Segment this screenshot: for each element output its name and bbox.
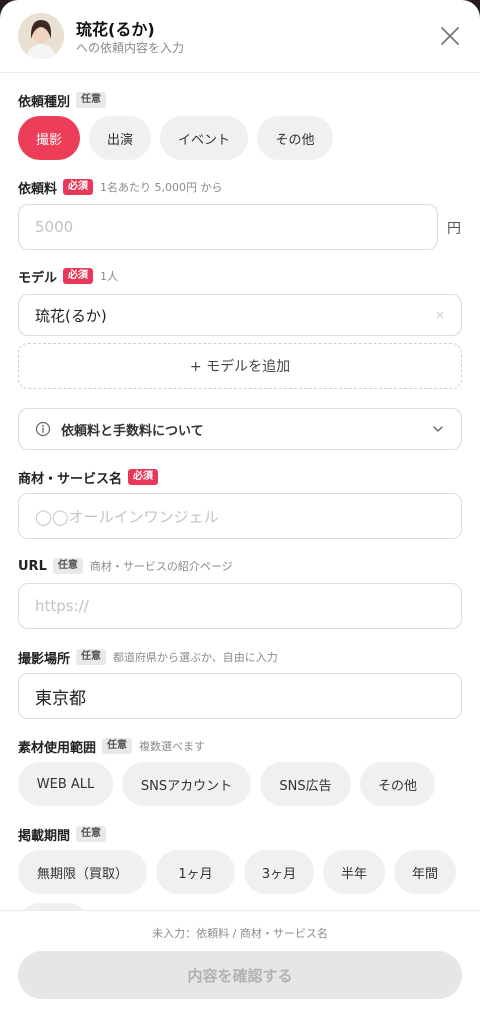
url-input-placeholder: https:// (35, 597, 89, 615)
close-button[interactable] (436, 22, 464, 50)
avatar (18, 13, 64, 59)
url-label: URL (18, 558, 47, 574)
request-type-option-other[interactable]: その他 (257, 116, 333, 160)
model-name: 琉花(るか) (76, 20, 155, 39)
model-hint: 1人 (100, 270, 119, 283)
chevron-down-icon (433, 426, 443, 432)
optional-badge: 任意 (76, 92, 107, 108)
fee-info-label: 依頼料と手数料について (61, 423, 204, 439)
info-icon (35, 421, 51, 437)
form-content[interactable]: 依頼種別 任意 撮影 出演 イベント その他 依頼料 必須 1名あたり 5,00… (0, 74, 480, 910)
required-badge: 必須 (63, 268, 94, 284)
avatar-image (18, 13, 64, 59)
confirm-button[interactable]: 内容を確認する (18, 951, 462, 999)
period-options: 無期限（買取） 1ヶ月 3ヶ月 半年 年間 (18, 850, 456, 894)
fee-input-placeholder: 5000 (35, 218, 74, 236)
period-option-1-month[interactable]: 1ヶ月 (156, 850, 235, 894)
period-option-3-months[interactable]: 3ヶ月 (244, 850, 314, 894)
location-label: 撮影場所 (18, 651, 71, 667)
model-label-row: モデル 必須 1人 (18, 266, 118, 286)
request-sheet: 琉花(るか) への依頼内容を入力 依頼種別 任意 撮影 出演 イベント その他 … (0, 0, 480, 1013)
required-badge: 必須 (128, 469, 159, 485)
request-type-label: 依頼種別 (18, 94, 71, 110)
period-option-half-year[interactable]: 半年 (323, 850, 385, 894)
optional-badge: 任意 (102, 738, 133, 754)
model-field-value: 琉花(るか) (35, 306, 107, 325)
sheet-header: 琉花(るか) への依頼内容を入力 (0, 0, 480, 73)
usage-option-sns-account[interactable]: SNSアカウント (122, 762, 251, 806)
add-model-button[interactable]: + モデルを追加 (18, 343, 462, 389)
product-label: 商材・サービス名 (18, 471, 123, 487)
required-badge: 必須 (63, 179, 94, 195)
period-label: 掲載期間 (18, 828, 71, 844)
url-input[interactable]: https:// (18, 583, 462, 629)
period-label-row: 掲載期間 任意 (18, 824, 107, 844)
product-input[interactable]: ◯◯オールインワンジェル (18, 493, 462, 539)
optional-badge: 任意 (76, 649, 107, 665)
usage-option-other[interactable]: その他 (360, 762, 435, 806)
request-type-options: 撮影 出演 イベント その他 (18, 116, 333, 160)
location-label-row: 撮影場所 任意 都道府県から選ぶか、自由に入力 (18, 647, 278, 667)
period-option-partial[interactable] (18, 903, 90, 910)
url-hint: 商材・サービスの紹介ページ (89, 560, 233, 573)
fee-label: 依頼料 (18, 181, 58, 197)
header-subtitle: への依頼内容を入力 (76, 41, 185, 55)
location-hint: 都道府県から選ぶか、自由に入力 (113, 651, 278, 664)
missing-fields-notice: 未入力：依頼料 / 商材・サービス名 (152, 927, 328, 940)
request-type-option-event[interactable]: イベント (160, 116, 248, 160)
fee-label-row: 依頼料 必須 1名あたり 5,000円 から (18, 177, 223, 197)
optional-badge: 任意 (52, 558, 83, 574)
fee-hint: 1名あたり 5,000円 から (100, 181, 223, 194)
request-type-option-appearance[interactable]: 出演 (89, 116, 151, 160)
usage-option-web-all[interactable]: WEB ALL (18, 762, 113, 806)
model-field[interactable]: 琉花(るか) (18, 294, 462, 336)
product-input-placeholder: ◯◯オールインワンジェル (35, 507, 219, 526)
usage-label-row: 素材使用範囲 任意 複数選べます (18, 736, 205, 756)
clear-icon[interactable] (435, 310, 445, 320)
period-option-yearly[interactable]: 年間 (394, 850, 456, 894)
period-option-unlimited[interactable]: 無期限（買取） (18, 850, 147, 894)
fee-info-accordion[interactable]: 依頼料と手数料について (18, 408, 462, 450)
usage-option-sns-ad[interactable]: SNS広告 (260, 762, 351, 806)
fee-input[interactable]: 5000 (18, 204, 438, 250)
request-type-label-row: 依頼種別 任意 (18, 90, 107, 110)
sheet-footer: 未入力：依頼料 / 商材・サービス名 内容を確認する (0, 910, 480, 1013)
close-icon (441, 27, 459, 45)
usage-label: 素材使用範囲 (18, 740, 97, 756)
url-label-row: URL 任意 商材・サービスの紹介ページ (18, 556, 233, 576)
usage-options: WEB ALL SNSアカウント SNS広告 その他 (18, 762, 435, 806)
fee-unit: 円 (447, 221, 461, 237)
location-input-value: 東京都 (35, 688, 86, 709)
usage-hint: 複数選べます (139, 740, 206, 753)
product-label-row: 商材・サービス名 必須 (18, 467, 159, 487)
request-type-option-shoot[interactable]: 撮影 (18, 116, 80, 160)
model-label: モデル (18, 270, 58, 286)
location-input[interactable]: 東京都 (18, 673, 462, 719)
optional-badge: 任意 (76, 826, 107, 842)
